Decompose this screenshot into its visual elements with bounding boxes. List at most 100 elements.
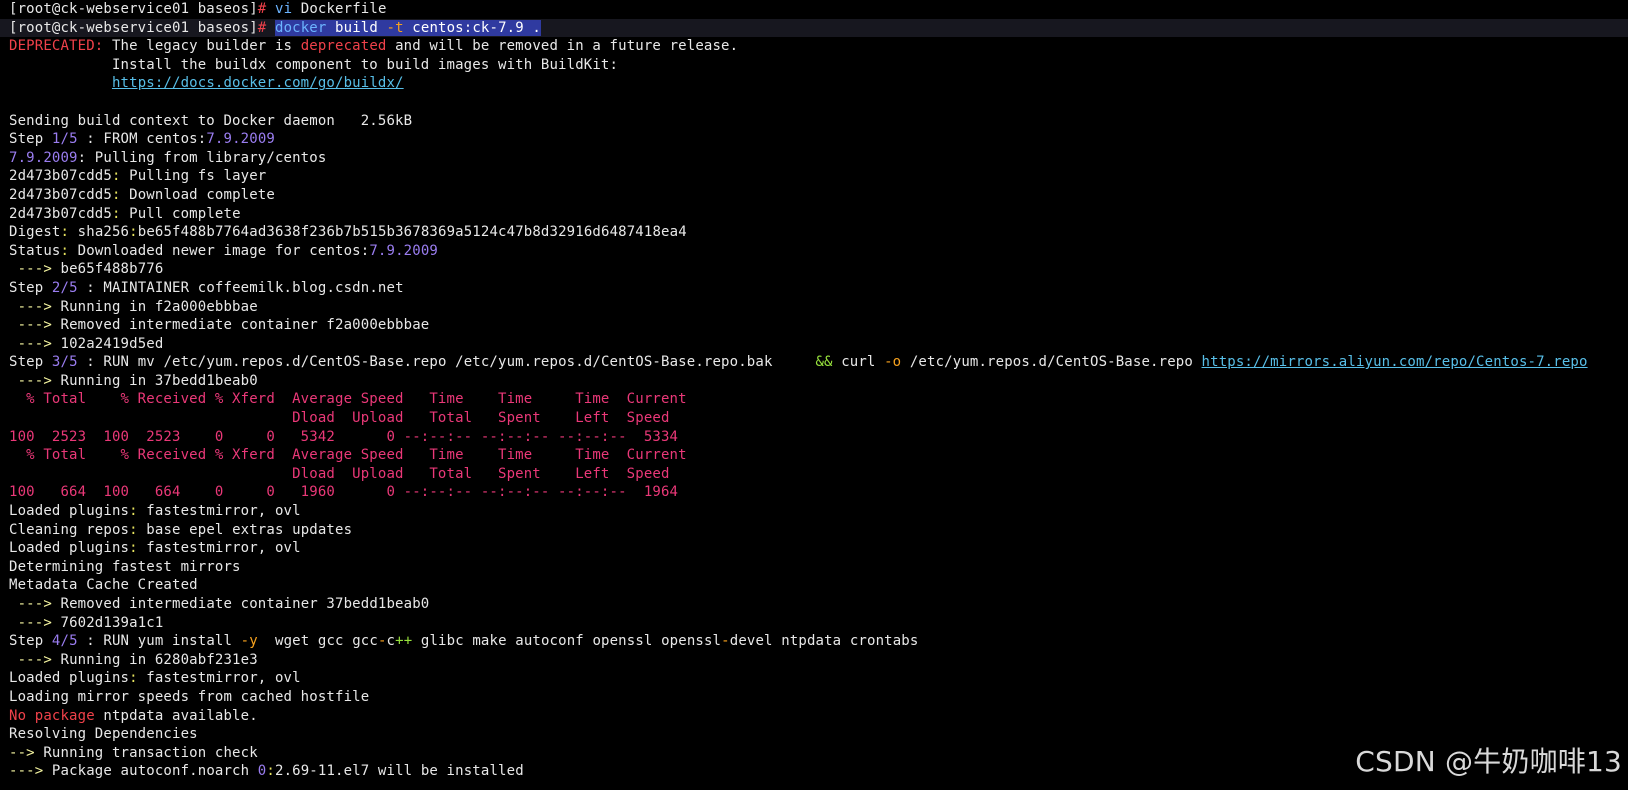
- terminal-line: ---> 7602d139a1c1: [9, 614, 1628, 633]
- terminal-text-segment: Loaded plugins: [9, 670, 130, 687]
- terminal-text-segment: build: [326, 19, 387, 36]
- terminal-line: Loaded plugins: fastestmirror, ovl: [9, 669, 1628, 688]
- terminal-line: % Total % Received % Xferd Average Speed…: [9, 446, 1628, 465]
- terminal-line: Status: Downloaded newer image for cento…: [9, 242, 1628, 261]
- terminal-text-segment: [root@ck-webservice01 baseos]: [9, 1, 258, 17]
- terminal-text-segment: :: [129, 540, 138, 557]
- terminal-text-segment: : FROM centos:: [77, 131, 207, 148]
- terminal-text-segment: Running in 6280abf231e3: [51, 651, 258, 668]
- terminal-text-segment: :: [111, 168, 121, 185]
- terminal-text-segment: Pull complete: [120, 205, 241, 222]
- terminal-text-segment: :: [129, 670, 138, 687]
- terminal-line: 100 2523 100 2523 0 0 5342 0 --:--:-- --…: [9, 428, 1628, 447]
- terminal-text-segment: Dload Upload Total Spent Left Speed: [9, 465, 670, 482]
- terminal-text-segment: --->: [9, 651, 52, 668]
- terminal-text-segment: 1/5: [51, 131, 78, 148]
- terminal-link[interactable]: https://docs.docker.com/go/buildx/: [112, 75, 404, 91]
- terminal-text-segment: -: [721, 633, 730, 650]
- terminal-text-segment: Package autoconf.noarch: [43, 763, 258, 780]
- terminal-text-segment: 100 664 100 664 0 0 1960 0 --:--:-- --:-…: [9, 484, 679, 501]
- terminal-text-segment: fastestmirror, ovl: [137, 540, 301, 557]
- terminal-line: Digest: sha256:be65f488b7764ad3638f236b7…: [9, 223, 1628, 242]
- terminal-line: ---> Running in 37bedd1beab0: [9, 372, 1628, 391]
- terminal-text-segment: -y: [240, 633, 258, 650]
- terminal-text-segment: : RUN yum install: [77, 633, 241, 650]
- terminal-text-segment: 2d473b07cdd5: [9, 205, 112, 222]
- terminal-text-segment: --->: [9, 763, 44, 780]
- terminal-text-segment: Download complete: [120, 186, 275, 203]
- terminal-text-segment: ntpdata available.: [94, 707, 258, 724]
- terminal-text-segment: :: [111, 186, 121, 203]
- terminal-link[interactable]: https://mirrors.aliyun.com/repo/Centos-7…: [1202, 354, 1588, 370]
- terminal-text-segment: 100 2523 100 2523 0 0 5342 0 --:--:-- --…: [9, 428, 679, 445]
- terminal-text-segment: sha256: [69, 224, 130, 241]
- terminal-text-segment: Install the buildx component to build im…: [9, 56, 619, 73]
- terminal-text-segment: --->: [9, 335, 52, 352]
- terminal-text-segment: Running in 37bedd1beab0: [51, 372, 258, 389]
- terminal-text-segment: --->: [9, 298, 52, 315]
- terminal-line: Dload Upload Total Spent Left Speed: [9, 465, 1628, 484]
- terminal-text-segment: [root@ck-webservice01 baseos]: [9, 19, 258, 36]
- terminal-text-segment: Step: [9, 633, 52, 650]
- terminal-text-segment: and will be removed in a future release.: [386, 38, 739, 55]
- terminal-text-segment: Dockerfile: [292, 1, 387, 17]
- terminal-line: ---> 102a2419d5ed: [9, 335, 1628, 354]
- terminal-text-segment: 2d473b07cdd5: [9, 168, 112, 185]
- terminal-line: Dload Upload Total Spent Left Speed: [9, 409, 1628, 428]
- terminal-line: Metadata Cache Created: [9, 576, 1628, 595]
- terminal-text-segment: Sending build context to Docker daemon 2…: [9, 112, 413, 129]
- terminal-text-segment: Pulling fs layer: [120, 168, 267, 185]
- terminal-line: No package ntpdata available.: [9, 707, 1628, 726]
- terminal-text-segment: 102a2419d5ed: [51, 335, 164, 352]
- terminal-text-segment: --->: [9, 317, 52, 334]
- terminal-text-segment: :: [129, 224, 138, 241]
- terminal-line: ---> be65f488b776: [9, 260, 1628, 279]
- terminal-text-segment: :: [60, 242, 70, 259]
- terminal-text-segment: Step: [9, 354, 52, 371]
- terminal-line: https://docs.docker.com/go/buildx/: [9, 74, 1628, 93]
- terminal-line: 2d473b07cdd5: Pulling fs layer: [9, 167, 1628, 186]
- terminal-output[interactable]: [root@ck-webservice01 baseos]# vi Docker…: [0, 0, 1628, 790]
- terminal-line: 2d473b07cdd5: Download complete: [9, 186, 1628, 205]
- terminal-line: Step 1/5 : FROM centos:7.9.2009: [9, 130, 1628, 149]
- terminal-text-segment: -o: [884, 354, 902, 371]
- terminal-text-segment: 4/5: [51, 633, 78, 650]
- terminal-line: 100 664 100 664 0 0 1960 0 --:--:-- --:-…: [9, 483, 1628, 502]
- terminal-text-segment: : MAINTAINER coffeemilk.blog.csdn.net: [77, 279, 404, 296]
- terminal-line: Determining fastest mirrors: [9, 558, 1628, 577]
- terminal-text-segment: vi: [274, 1, 293, 17]
- terminal-text-segment: Loaded plugins: [9, 503, 130, 520]
- terminal-line: 2d473b07cdd5: Pull complete: [9, 205, 1628, 224]
- terminal-text-segment: The legacy builder is: [103, 38, 301, 55]
- terminal-text-segment: 7.9.2009: [206, 131, 275, 148]
- terminal-line: DEPRECATED: The legacy builder is deprec…: [9, 37, 1628, 56]
- terminal-text-segment: fastestmirror, ovl: [137, 503, 301, 520]
- terminal-line: Loading mirror speeds from cached hostfi…: [9, 688, 1628, 707]
- terminal-text-segment: /etc/yum.repos.d/CentOS-Base.repo: [901, 354, 1202, 371]
- terminal-text-segment: curl: [832, 354, 885, 371]
- terminal-line: Step 2/5 : MAINTAINER coffeemilk.blog.cs…: [9, 279, 1628, 298]
- terminal-line: Install the buildx component to build im…: [9, 56, 1628, 75]
- terminal-text-segment: Status: [9, 242, 61, 259]
- terminal-text-segment: 7.9.2009: [9, 149, 78, 166]
- terminal-text-segment: Step: [9, 131, 52, 148]
- terminal-text-segment: ++: [395, 633, 413, 650]
- terminal-text-segment: centos:ck-7.9 .: [403, 19, 541, 36]
- terminal-text-segment: 2/5: [51, 279, 78, 296]
- terminal-line: Step 3/5 : RUN mv /etc/yum.repos.d/CentO…: [9, 353, 1628, 372]
- terminal-text-segment: wget gcc gcc: [257, 633, 378, 650]
- terminal-text-segment: Removed intermediate container f2a000ebb…: [51, 317, 430, 334]
- terminal-line: ---> Removed intermediate container 37be…: [9, 595, 1628, 614]
- terminal-text-segment: Metadata Cache Created: [9, 577, 198, 594]
- terminal-text-segment: &&: [815, 354, 833, 371]
- terminal-text-segment: % Total % Received % Xferd Average Speed…: [9, 391, 687, 408]
- terminal-text-segment: 7602d139a1c1: [51, 614, 164, 631]
- terminal-text-segment: --->: [9, 614, 52, 631]
- terminal-text-segment: --->: [9, 372, 52, 389]
- terminal-text-segment: :: [266, 763, 275, 780]
- terminal-line: Sending build context to Docker daemon 2…: [9, 112, 1628, 131]
- terminal-line: Loaded plugins: fastestmirror, ovl: [9, 539, 1628, 558]
